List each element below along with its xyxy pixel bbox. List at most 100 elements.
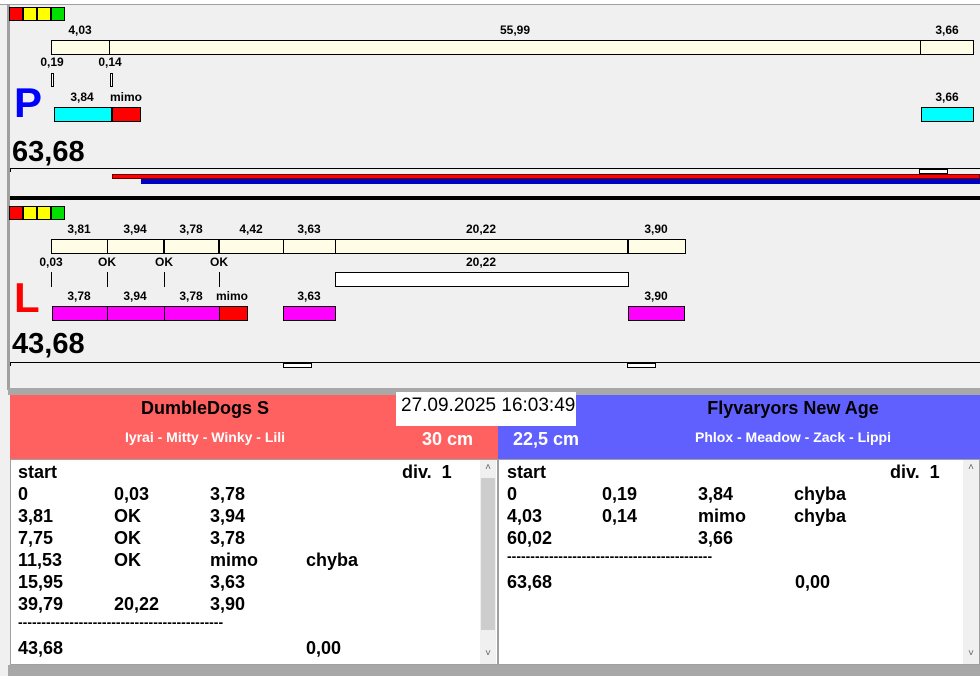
progress-blue bbox=[141, 179, 980, 184]
total-faults: 0,00 bbox=[795, 572, 831, 592]
row-dog-time: 3,78 bbox=[210, 484, 246, 504]
row-start-time: 0 bbox=[18, 484, 29, 504]
row-start-time: 3,81 bbox=[18, 506, 54, 526]
row-dog-time: 3,94 bbox=[210, 506, 246, 526]
lane-letter-p: P bbox=[14, 79, 43, 126]
changeover-status: OK bbox=[155, 255, 173, 269]
status-light-red bbox=[9, 7, 23, 21]
changeover-time: 0,19 bbox=[40, 55, 64, 69]
dog-time: 3,94 bbox=[123, 289, 147, 303]
total-time: 43,68 bbox=[18, 638, 64, 658]
total-faults: 0,00 bbox=[306, 638, 342, 658]
list-separator: ----------------------------------------… bbox=[18, 614, 224, 630]
dog-time: 3,66 bbox=[935, 90, 959, 104]
left-team-name: DumbleDogs S bbox=[140, 398, 269, 418]
row-changeover: OK bbox=[114, 528, 141, 548]
scroll-down-icon[interactable]: ˅ bbox=[963, 648, 979, 659]
changeover-marker bbox=[164, 272, 165, 287]
dog-time: 3,78 bbox=[179, 289, 203, 303]
segment-time: 55,99 bbox=[499, 23, 531, 37]
track-segment bbox=[51, 40, 111, 55]
rerun-time: 20,22 bbox=[465, 255, 497, 269]
status-light-yellow bbox=[23, 206, 37, 220]
dog-bar bbox=[107, 306, 165, 321]
track-divider bbox=[283, 239, 284, 254]
track-divider bbox=[107, 239, 108, 254]
dog-time: mimo bbox=[215, 289, 249, 303]
dog-bar bbox=[52, 306, 108, 321]
scroll-up-icon[interactable]: ˄ bbox=[480, 462, 496, 473]
left-team-dogs: Iyrai - Mitty - Winky - Lili bbox=[124, 429, 286, 445]
status-light-green bbox=[51, 7, 65, 21]
dog-bar bbox=[54, 107, 112, 122]
changeover-marker bbox=[51, 73, 54, 87]
track-segment bbox=[110, 40, 922, 55]
row-start-time: 15,95 bbox=[18, 572, 64, 592]
timeline-marker bbox=[283, 363, 312, 368]
row-start-time: 60,02 bbox=[507, 528, 553, 548]
right-team-height: 22,5 cm bbox=[513, 429, 580, 449]
segment-time: 3,90 bbox=[644, 222, 668, 236]
dog-bar bbox=[628, 306, 685, 321]
row-dog-time: 3,90 bbox=[210, 594, 246, 614]
status-light-yellow bbox=[23, 7, 37, 21]
track bbox=[51, 239, 686, 254]
row-dog-time: 3,66 bbox=[698, 528, 734, 548]
top-border bbox=[0, 0, 980, 5]
track-divider bbox=[218, 239, 220, 254]
scrollbar-thumb[interactable] bbox=[481, 478, 495, 630]
segment-time: 3,66 bbox=[935, 23, 959, 37]
changeover-marker bbox=[51, 272, 52, 287]
row-start-time: 0 bbox=[507, 484, 518, 504]
right-results-list[interactable]: start div. 1 0 0,19 3,84 chyba 4,03 0,14 mimo c… bbox=[498, 459, 980, 665]
datetime-display: 27.09.2025 16:03:49 bbox=[396, 392, 576, 426]
track-divider bbox=[163, 239, 165, 254]
segment-time: 3,63 bbox=[297, 222, 321, 236]
timeline bbox=[10, 168, 980, 169]
status-light-yellow bbox=[37, 7, 51, 21]
dog-bar-miss bbox=[112, 107, 141, 122]
changeover-time: 0,03 bbox=[39, 255, 63, 269]
changeover-marker bbox=[110, 73, 113, 87]
changeover-status: OK bbox=[210, 255, 228, 269]
row-start-time: 39,79 bbox=[18, 594, 64, 614]
dog-bar bbox=[283, 306, 336, 321]
segment-time: 3,81 bbox=[67, 222, 91, 236]
timeline bbox=[10, 362, 980, 363]
status-light-green bbox=[51, 206, 65, 220]
row-start-time: 4,03 bbox=[507, 506, 543, 526]
changeover-marker bbox=[219, 272, 220, 287]
segment-time: 3,78 bbox=[179, 222, 203, 236]
row-changeover: 0,03 bbox=[114, 484, 150, 504]
left-results-list[interactable]: start div. 1 0 0,03 3,78 3,81 OK 3,94 7,75 OK 3,… bbox=[10, 459, 498, 665]
list-header-division: div. 1 bbox=[890, 462, 940, 482]
dog-time: 3,84 bbox=[70, 90, 94, 104]
right-team-dogs: Phlox - Meadow - Zack - Lippi bbox=[694, 429, 891, 445]
list-header-start: start bbox=[18, 462, 58, 482]
segment-time: 4,42 bbox=[239, 222, 263, 236]
segment-time: 3,94 bbox=[123, 222, 147, 236]
dog-bar-miss bbox=[219, 306, 248, 321]
total-time: 63,68 bbox=[507, 572, 553, 592]
track-divider bbox=[627, 239, 629, 254]
row-changeover: 0,14 bbox=[602, 506, 638, 526]
timeline-start-tick bbox=[10, 168, 11, 172]
row-fault: chyba bbox=[794, 484, 847, 504]
status-light-red bbox=[9, 206, 23, 220]
row-changeover: OK bbox=[114, 506, 141, 526]
row-fault: chyba bbox=[306, 550, 359, 570]
scroll-up-icon[interactable]: ˄ bbox=[963, 462, 979, 473]
right-scrollbar[interactable]: ˄ ˅ bbox=[963, 460, 979, 664]
row-dog-time: 3,78 bbox=[210, 528, 246, 548]
row-changeover: OK bbox=[114, 550, 141, 570]
scroll-down-icon[interactable]: ˅ bbox=[480, 648, 496, 659]
list-separator: ----------------------------------------… bbox=[507, 548, 713, 564]
lane-total-time: 43,68 bbox=[12, 328, 85, 360]
list-header-division: div. 1 bbox=[402, 462, 452, 482]
changeover-status: OK bbox=[98, 255, 116, 269]
left-scrollbar[interactable]: ˄ ˅ bbox=[480, 460, 496, 664]
row-dog-time: 3,84 bbox=[698, 484, 734, 504]
track-segment bbox=[921, 40, 974, 55]
lane-total-time: 63,68 bbox=[12, 136, 85, 168]
dog-time: 3,90 bbox=[644, 289, 668, 303]
